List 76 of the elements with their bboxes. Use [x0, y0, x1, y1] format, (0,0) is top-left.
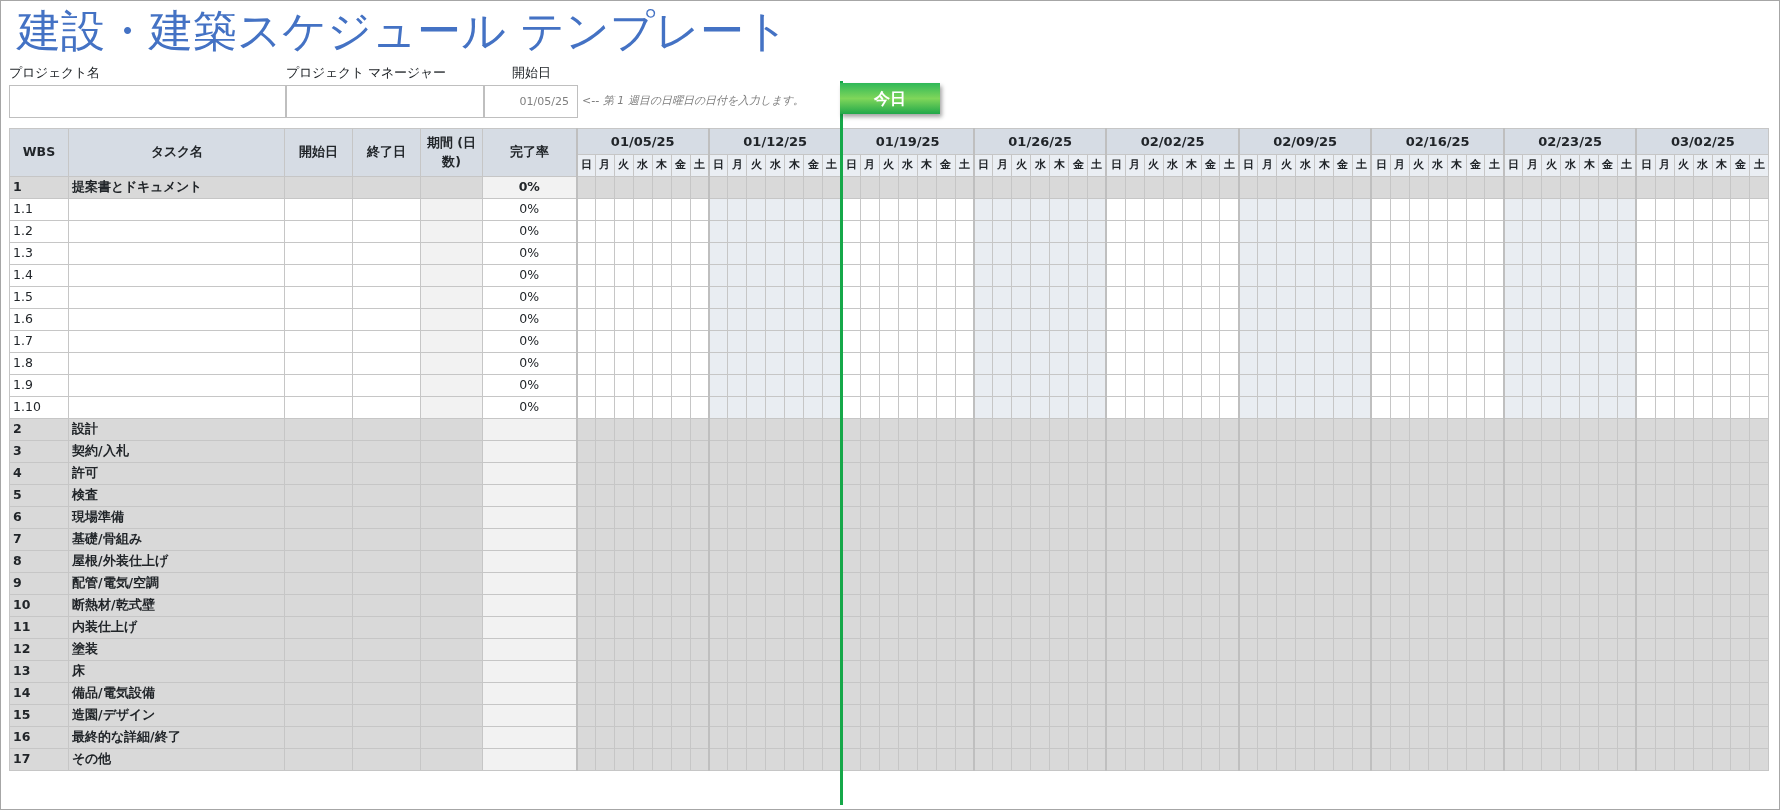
input-field[interactable]	[9, 85, 286, 118]
day-header: 日	[1503, 154, 1523, 177]
column-header: WBS	[9, 128, 69, 177]
day-header: 日	[1636, 154, 1656, 177]
table-cell: 8	[9, 550, 69, 573]
field-label: 開始日	[511, 64, 551, 80]
field-label: プロジェクト名	[9, 64, 100, 80]
table-cell: 1.1	[9, 198, 69, 221]
table-cell: 13	[9, 660, 69, 683]
table-cell: 断熱材/乾式壁	[68, 594, 285, 617]
week-header: 02/16/25	[1371, 128, 1504, 155]
table-cell: 塗装	[68, 638, 285, 661]
table-cell: 提案書とドキュメント	[68, 176, 285, 199]
table-cell: 許可	[68, 462, 285, 485]
week-header: 01/12/25	[709, 128, 842, 155]
table-cell: 契約/入札	[68, 440, 285, 463]
week-header: 02/09/25	[1238, 128, 1372, 155]
table-cell: その他	[68, 748, 285, 771]
week-header: 02/23/25	[1503, 128, 1637, 155]
table-cell: 造園/デザイン	[68, 704, 285, 727]
table-cell: 12	[9, 638, 69, 661]
table-cell: 9	[9, 572, 69, 595]
week-header: 02/02/25	[1106, 128, 1239, 155]
table-cell: 1.4	[9, 264, 69, 287]
today-flag: 今日	[840, 83, 941, 114]
table-cell: 備品/電気設備	[68, 682, 285, 705]
column-header: タスク名	[68, 128, 285, 177]
input-field[interactable]	[286, 85, 484, 118]
column-header: 開始日	[284, 128, 353, 177]
table-cell: 5	[9, 484, 69, 507]
day-header: 日	[1371, 154, 1391, 177]
table-cell: 現場準備	[68, 506, 285, 529]
week-header: 01/26/25	[973, 128, 1107, 155]
table-cell: 10	[9, 594, 69, 617]
field-label: プロジェクト マネージャー	[286, 64, 446, 80]
table-cell: 7	[9, 528, 69, 551]
table-cell: 1.7	[9, 330, 69, 353]
week-header: 01/05/25	[576, 128, 709, 155]
table-cell: 1.6	[9, 308, 69, 331]
day-header: 日	[576, 154, 596, 177]
table-cell: 1.5	[9, 286, 69, 309]
column-header: 完了率	[482, 128, 577, 177]
input-field[interactable]: 01/05/25	[484, 85, 578, 118]
table-cell: 内装仕上げ	[68, 616, 285, 639]
day-header: 日	[973, 154, 993, 177]
table-cell: 3	[9, 440, 69, 463]
week-header: 01/19/25	[841, 128, 974, 155]
day-header: 日	[1238, 154, 1258, 177]
table-cell: 16	[9, 726, 69, 749]
table-cell: 17	[9, 748, 69, 771]
table-cell: 最終的な詳細/終了	[68, 726, 285, 749]
table-cell: 14	[9, 682, 69, 705]
table-cell: 設計	[68, 418, 285, 441]
table-cell: 1.8	[9, 352, 69, 375]
table-cell: 床	[68, 660, 285, 683]
table-cell: 配管/電気/空調	[68, 572, 285, 595]
table-cell: 1.3	[9, 242, 69, 265]
table-cell: 1.10	[9, 396, 69, 419]
table-cell: 1.2	[9, 220, 69, 243]
day-header: 日	[709, 154, 728, 177]
page-title: 建設・建築スケジュール テンプレート	[15, 4, 790, 58]
day-header: 日	[1106, 154, 1126, 177]
table-cell: 2	[9, 418, 69, 441]
table-cell: 基礎/骨組み	[68, 528, 285, 551]
table-cell: 検査	[68, 484, 285, 507]
table-cell: 6	[9, 506, 69, 529]
table-cell: 4	[9, 462, 69, 485]
table-cell: 屋根/外装仕上げ	[68, 550, 285, 573]
table-cell: 15	[9, 704, 69, 727]
table-cell: 11	[9, 616, 69, 639]
column-header: 終了日	[352, 128, 421, 177]
table-cell: 1	[9, 176, 69, 199]
week-header: 03/02/25	[1636, 128, 1769, 155]
table-cell: 1.9	[9, 374, 69, 397]
column-header: 期間 (日数)	[420, 128, 483, 177]
hint-text: <-- 第 1 週目の日曜日の日付を入力します。	[582, 93, 804, 110]
